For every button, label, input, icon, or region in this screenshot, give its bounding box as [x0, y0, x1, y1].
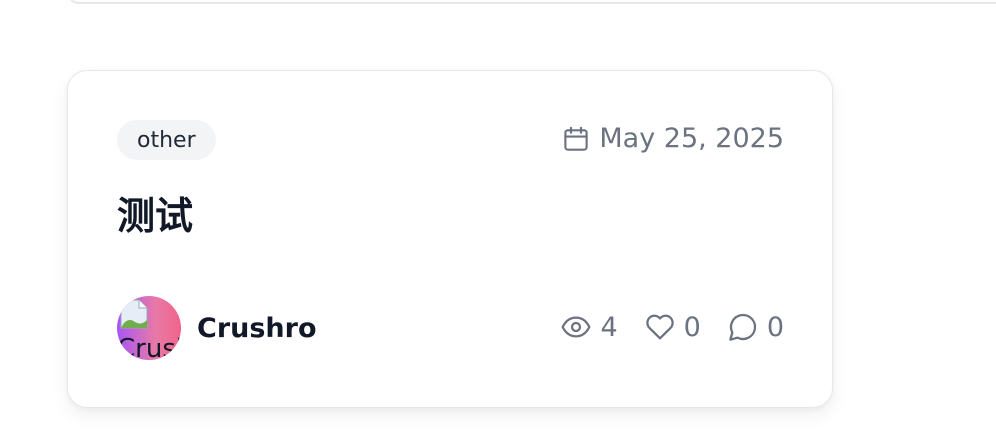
heart-icon[interactable]	[644, 311, 676, 343]
previous-card-edge	[67, 0, 996, 4]
likes-count: 0	[683, 311, 701, 343]
broken-image-icon	[120, 299, 148, 329]
views-count: 4	[600, 311, 618, 343]
post-date: May 25, 2025	[561, 123, 784, 154]
post-title[interactable]: 测试	[117, 185, 193, 240]
avatar[interactable]: Crushro	[117, 296, 181, 360]
avatar-alt-text: Crushro	[117, 334, 181, 360]
category-badge[interactable]: other	[117, 120, 216, 160]
eye-icon	[561, 316, 591, 338]
author-name[interactable]: Crushro	[197, 313, 317, 344]
comments-stat[interactable]: 0	[727, 311, 784, 343]
post-stats: 4 0 0	[560, 311, 784, 343]
author-info[interactable]: Crushro Crushro	[117, 296, 317, 360]
views-stat: 4	[560, 311, 618, 343]
calendar-icon	[564, 126, 589, 151]
post-card[interactable]: other May 25, 2025 测试 Crushro Crushro	[67, 70, 833, 408]
likes-stat[interactable]: 0	[644, 311, 701, 343]
post-date-text: May 25, 2025	[599, 123, 784, 154]
comments-count: 0	[766, 311, 784, 343]
comment-icon[interactable]	[727, 311, 759, 343]
